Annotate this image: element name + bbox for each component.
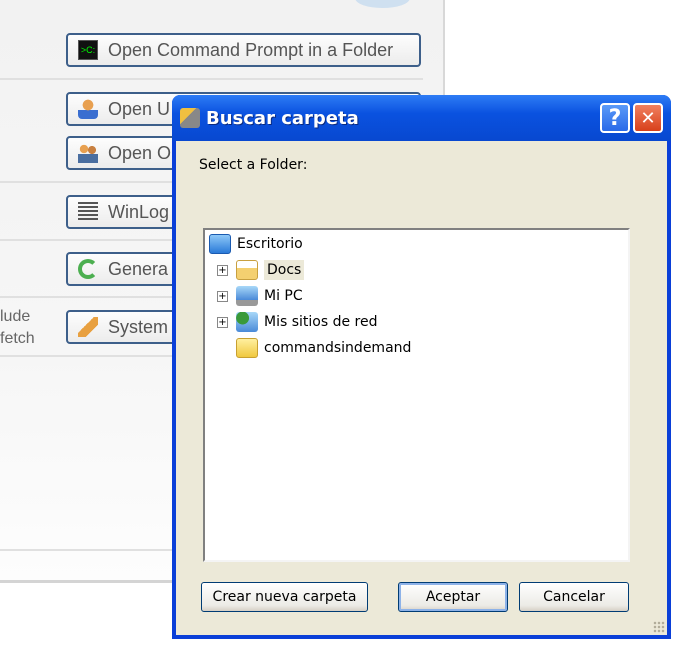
ok-button[interactable]: Aceptar — [398, 582, 508, 612]
resize-grip[interactable] — [653, 621, 665, 633]
help-button[interactable]: ? — [600, 103, 630, 133]
user-icon — [78, 99, 98, 119]
option-label: lude fetch — [0, 308, 35, 347]
documents-folder-icon — [236, 260, 258, 280]
dialog-title: Buscar carpeta — [206, 107, 359, 129]
divider — [0, 78, 423, 80]
users-icon — [78, 143, 98, 163]
expand-icon[interactable]: + — [217, 316, 228, 328]
folder-icon — [236, 338, 258, 358]
dialog-body: Select a Folder: Escritorio + Docs + Mi … — [176, 141, 667, 635]
broom-icon — [78, 317, 98, 337]
title-bar[interactable]: Buscar carpeta ? ✕ — [172, 95, 671, 141]
cancel-button[interactable]: Cancelar — [519, 582, 629, 612]
open-command-prompt-button[interactable]: >C: Open Command Prompt in a Folder — [66, 33, 421, 67]
tree-item-commandsindemand[interactable]: commandsindemand — [236, 336, 411, 360]
close-button[interactable]: ✕ — [633, 103, 663, 133]
folder-tree[interactable]: Escritorio + Docs + Mi PC + Mis sitios d… — [203, 228, 630, 562]
expand-icon[interactable]: + — [217, 264, 228, 276]
prompt-label: Select a Folder: — [199, 157, 308, 173]
desktop-icon — [209, 234, 231, 254]
log-icon — [78, 202, 98, 222]
expand-icon[interactable]: + — [217, 290, 228, 302]
tree-item-docs[interactable]: + Docs — [217, 258, 305, 282]
computer-icon — [236, 286, 258, 306]
tree-item-escritorio[interactable]: Escritorio — [209, 232, 303, 256]
decorative-image — [355, 0, 410, 8]
flashlight-icon — [180, 108, 200, 128]
tree-item-mi-pc[interactable]: + Mi PC — [217, 284, 303, 308]
browse-folder-dialog: Buscar carpeta ? ✕ Select a Folder: Escr… — [172, 95, 671, 639]
tree-item-mis-sitios-de-red[interactable]: + Mis sitios de red — [217, 310, 377, 334]
command-prompt-icon: >C: — [78, 40, 98, 60]
new-folder-button[interactable]: Crear nueva carpeta — [201, 582, 368, 612]
refresh-icon — [78, 259, 98, 279]
network-icon — [236, 312, 258, 332]
